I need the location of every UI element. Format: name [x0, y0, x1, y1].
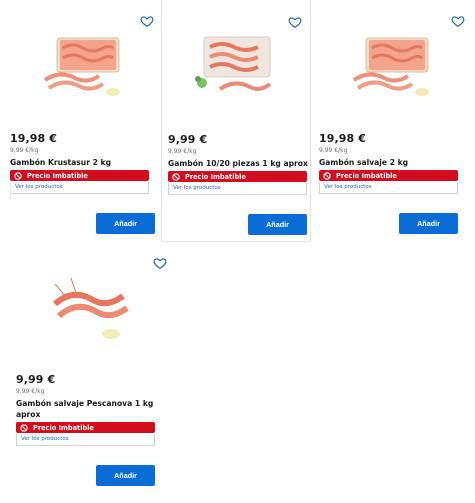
product-price: 9,99 €: [168, 133, 208, 146]
ban-icon: [14, 171, 22, 180]
product-price: 19,98 €: [10, 132, 57, 145]
badge-label: Precio Imbatible: [33, 423, 94, 432]
product-name[interactable]: Gambón Krustasur 2 kg: [10, 157, 150, 168]
product-name[interactable]: Gambón 10/20 piezas 1 kg aprox: [168, 158, 308, 169]
product-price: 9,99 €: [16, 373, 56, 386]
product-card-hovered[interactable]: 9,99 € 9,99 €/kg Gambón 10/20 piezas 1 k…: [161, 0, 311, 242]
see-products-link[interactable]: Ver los productos: [319, 182, 458, 194]
see-products-link[interactable]: Ver los productos: [168, 183, 307, 195]
ban-icon: [323, 171, 331, 180]
see-products-link[interactable]: Ver los productos: [10, 182, 149, 194]
add-to-cart-button[interactable]: Añadir: [248, 214, 307, 235]
product-image[interactable]: [319, 12, 469, 112]
add-to-cart-button[interactable]: Añadir: [96, 213, 155, 234]
product-image[interactable]: [10, 12, 160, 112]
unit-price: 9,99 €/kg: [10, 147, 39, 154]
product-image[interactable]: [16, 258, 166, 358]
unit-price: 9,99 €/kg: [16, 388, 45, 395]
badge-label: Precio Imbatible: [185, 172, 246, 181]
product-card[interactable]: 19,98 € 9,99 €/kg Gambón Krustasur 2 kg …: [10, 0, 160, 245]
product-card[interactable]: 19,98 € 9,99 €/kg Gambón salvaje 2 kg Pr…: [319, 0, 469, 245]
unit-price: 9,99 €/kg: [319, 147, 348, 154]
product-card[interactable]: 9,99 € 9,99 €/kg Gambón salvaje Pescanov…: [16, 252, 167, 497]
product-image[interactable]: [168, 13, 304, 113]
badge-label: Precio Imbatible: [27, 171, 88, 180]
ban-icon: [172, 172, 180, 181]
promo-badge: Precio Imbatible: [10, 170, 149, 181]
add-to-cart-button[interactable]: Añadir: [96, 465, 155, 486]
promo-badge: Precio Imbatible: [16, 422, 155, 433]
unit-price: 9,99 €/kg: [168, 148, 197, 155]
product-price: 19,98 €: [319, 132, 366, 145]
see-products-link[interactable]: Ver los productos: [16, 434, 155, 446]
promo-badge: Precio Imbatible: [168, 171, 307, 182]
product-name[interactable]: Gambón salvaje 2 kg: [319, 157, 459, 168]
promo-badge: Precio Imbatible: [319, 170, 458, 181]
product-name[interactable]: Gambón salvaje Pescanova 1 kg aprox: [16, 398, 156, 420]
add-to-cart-button[interactable]: Añadir: [399, 213, 458, 234]
divider: [10, 182, 11, 200]
ban-icon: [20, 423, 28, 432]
badge-label: Precio Imbatible: [336, 171, 397, 180]
